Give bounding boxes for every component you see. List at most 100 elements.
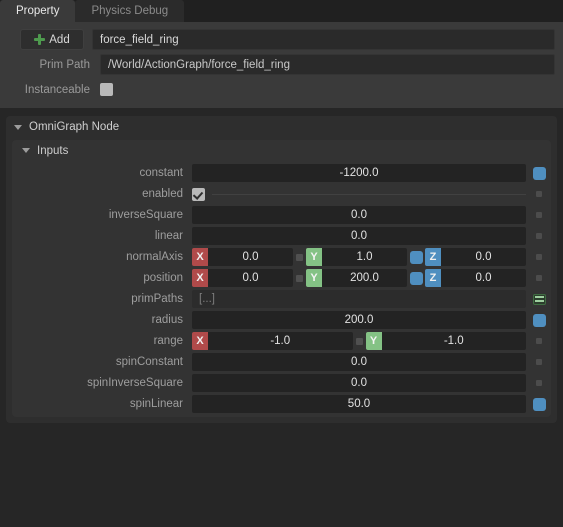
enabled-checkbox[interactable] bbox=[192, 187, 205, 201]
disconnected-square-icon bbox=[536, 191, 542, 197]
component-separator-icon bbox=[296, 274, 303, 282]
inversesquare-input[interactable]: 0.0 bbox=[192, 206, 526, 224]
inputs-title: Inputs bbox=[37, 144, 69, 157]
chevron-down-icon bbox=[22, 148, 30, 153]
normalaxis-z-group: Z 0.0 bbox=[425, 248, 526, 266]
connected-square-icon bbox=[532, 397, 546, 411]
property-row-radius: radius 200.0 bbox=[12, 311, 551, 329]
position-z-connected-icon[interactable] bbox=[410, 271, 423, 285]
axis-y-tag: Y bbox=[306, 269, 322, 287]
axis-z-tag: Z bbox=[425, 269, 441, 287]
enabled-connection-indicator[interactable] bbox=[531, 191, 547, 197]
property-label: position bbox=[143, 272, 183, 284]
property-label: spinLinear bbox=[129, 398, 183, 410]
prim-path-input[interactable]: /World/ActionGraph/force_field_ring bbox=[100, 54, 555, 75]
axis-x-tag: X bbox=[192, 248, 208, 266]
disconnected-square-icon bbox=[536, 338, 542, 344]
plus-icon bbox=[34, 34, 46, 45]
connected-square-icon bbox=[532, 166, 546, 180]
range-connection-indicator[interactable] bbox=[531, 338, 547, 344]
tab-physics-debug[interactable]: Physics Debug bbox=[75, 0, 185, 22]
position-x-group: X 0.0 bbox=[192, 269, 293, 287]
property-label: constant bbox=[139, 167, 183, 179]
property-row-normalaxis: normalAxis X 0.0 Y 1.0 Z 0.0 bbox=[12, 248, 551, 266]
disconnected-square-icon bbox=[536, 380, 542, 386]
tab-property[interactable]: Property bbox=[0, 0, 76, 22]
range-y-group: Y -1.0 bbox=[365, 332, 526, 350]
axis-x-tag: X bbox=[192, 332, 208, 350]
normalaxis-y-group: Y 1.0 bbox=[306, 248, 407, 266]
property-label: spinConstant bbox=[115, 356, 183, 368]
disconnected-square-icon bbox=[536, 254, 542, 260]
tab-strip: Property Physics Debug bbox=[0, 0, 563, 22]
axis-y-tag: Y bbox=[306, 248, 322, 266]
spinconstant-input[interactable]: 0.0 bbox=[192, 353, 526, 371]
property-row-range: range X -1.0 Y -1.0 bbox=[12, 332, 551, 350]
constant-connection-indicator[interactable] bbox=[531, 166, 547, 180]
disconnected-square-icon bbox=[536, 275, 542, 281]
normalaxis-connection-indicator[interactable] bbox=[531, 254, 547, 260]
property-row-spininversesquare: spinInverseSquare 0.0 bbox=[12, 374, 551, 392]
range-x-input[interactable]: -1.0 bbox=[208, 332, 353, 350]
range-y-input[interactable]: -1.0 bbox=[381, 332, 526, 350]
name-row: Add force_field_ring bbox=[8, 29, 555, 50]
inversesquare-connection-indicator[interactable] bbox=[531, 212, 547, 218]
normalaxis-x-input[interactable]: 0.0 bbox=[208, 248, 293, 266]
spinconstant-connection-indicator[interactable] bbox=[531, 359, 547, 365]
radius-input[interactable]: 200.0 bbox=[192, 311, 526, 329]
omnigraph-node-title: OmniGraph Node bbox=[29, 121, 120, 133]
disconnected-square-icon bbox=[536, 359, 542, 365]
omnigraph-node-header[interactable]: OmniGraph Node bbox=[6, 116, 557, 138]
prim-name-input[interactable]: force_field_ring bbox=[92, 29, 555, 50]
normalaxis-z-connected-icon[interactable] bbox=[410, 250, 423, 264]
property-row-constant: constant -1200.0 bbox=[12, 164, 551, 182]
enabled-divider bbox=[212, 193, 526, 195]
array-list-icon bbox=[532, 293, 546, 305]
property-label: primPaths bbox=[131, 293, 183, 305]
component-separator-icon bbox=[296, 253, 303, 261]
position-z-input[interactable]: 0.0 bbox=[441, 269, 526, 287]
property-label: radius bbox=[151, 314, 183, 326]
spinlinear-input[interactable]: 50.0 bbox=[192, 395, 526, 413]
add-button[interactable]: Add bbox=[20, 29, 84, 50]
property-label: spinInverseSquare bbox=[87, 377, 183, 389]
property-label: normalAxis bbox=[126, 251, 183, 263]
normalaxis-z-input[interactable]: 0.0 bbox=[441, 248, 526, 266]
property-row-position: position X 0.0 Y 200.0 Z 0.0 bbox=[12, 269, 551, 287]
constant-input[interactable]: -1200.0 bbox=[192, 164, 526, 182]
position-y-input[interactable]: 200.0 bbox=[322, 269, 407, 287]
position-x-input[interactable]: 0.0 bbox=[208, 269, 293, 287]
chevron-down-icon bbox=[14, 124, 22, 130]
linear-connection-indicator[interactable] bbox=[531, 233, 547, 239]
primpaths-array-indicator[interactable] bbox=[531, 293, 547, 305]
axis-z-tag: Z bbox=[425, 248, 441, 266]
axis-x-tag: X bbox=[192, 269, 208, 287]
range-x-group: X -1.0 bbox=[192, 332, 353, 350]
prim-path-row: Prim Path /World/ActionGraph/force_field… bbox=[8, 54, 555, 75]
disconnected-square-icon bbox=[536, 233, 542, 239]
radius-connection-indicator[interactable] bbox=[531, 313, 547, 327]
prim-header: Add force_field_ring Prim Path /World/Ac… bbox=[0, 22, 563, 108]
spininversesquare-input[interactable]: 0.0 bbox=[192, 374, 526, 392]
property-row-linear: linear 0.0 bbox=[12, 227, 551, 245]
property-row-spinlinear: spinLinear 50.0 bbox=[12, 395, 551, 413]
normalaxis-y-input[interactable]: 1.0 bbox=[322, 248, 407, 266]
axis-y-tag: Y bbox=[365, 332, 382, 350]
primpaths-input[interactable]: [...] bbox=[192, 290, 526, 308]
instanceable-checkbox[interactable] bbox=[100, 83, 113, 96]
position-z-group: Z 0.0 bbox=[425, 269, 526, 287]
property-row-spinconstant: spinConstant 0.0 bbox=[12, 353, 551, 371]
disconnected-square-icon bbox=[536, 212, 542, 218]
spininversesquare-connection-indicator[interactable] bbox=[531, 380, 547, 386]
inputs-header[interactable]: Inputs bbox=[12, 140, 551, 161]
property-label: inverseSquare bbox=[108, 209, 183, 221]
prim-path-label: Prim Path bbox=[39, 58, 91, 71]
omnigraph-node-section: OmniGraph Node Inputs constant -1200.0 e… bbox=[6, 116, 557, 423]
property-panel: Property Physics Debug Add force_field_r… bbox=[0, 0, 563, 527]
spinlinear-connection-indicator[interactable] bbox=[531, 397, 547, 411]
position-connection-indicator[interactable] bbox=[531, 275, 547, 281]
property-row-inversesquare: inverseSquare 0.0 bbox=[12, 206, 551, 224]
panel-body: OmniGraph Node Inputs constant -1200.0 e… bbox=[0, 116, 563, 423]
linear-input[interactable]: 0.0 bbox=[192, 227, 526, 245]
instanceable-row: Instanceable bbox=[8, 79, 555, 100]
